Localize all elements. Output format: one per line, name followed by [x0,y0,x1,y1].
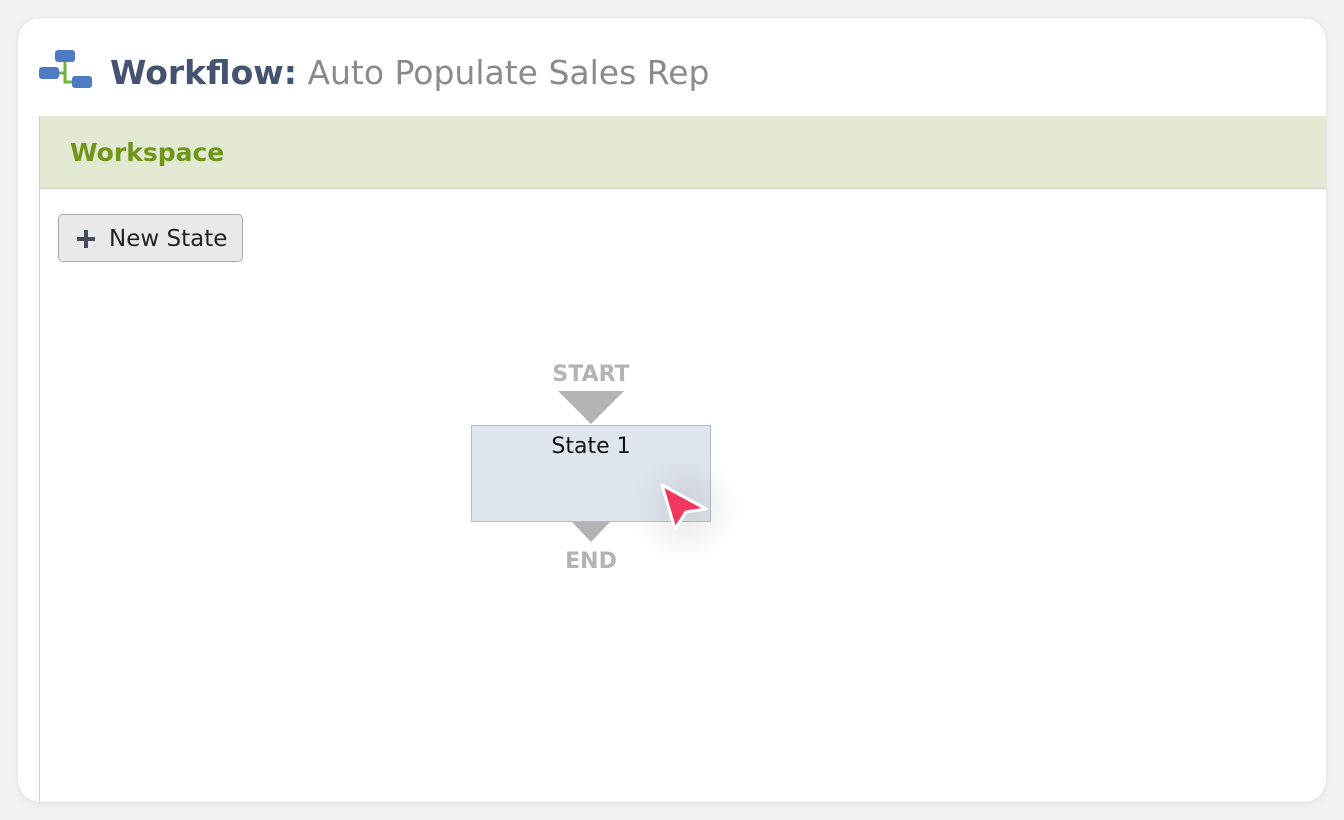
state-label: State 1 [551,434,631,459]
new-state-button[interactable]: New State [58,214,243,262]
workspace-panel: Workspace New State START State 1 END [39,116,1326,802]
plus-icon [77,230,95,248]
page-title: Workflow: Auto Populate Sales Rep [110,51,709,95]
start-label: START [552,362,630,387]
workspace-header: Workspace [40,116,1326,189]
start-arrow [558,391,624,424]
workflow-name: Auto Populate Sales Rep [307,53,710,92]
title-bar: Workflow: Auto Populate Sales Rep [18,18,1326,116]
end-arrow [572,522,610,542]
end-label: END [565,549,617,574]
state-node[interactable]: State 1 [471,425,711,522]
new-state-button-label: New State [109,226,228,252]
app-window: Workflow: Auto Populate Sales Rep Worksp… [18,18,1326,802]
page-title-prefix: Workflow: [110,53,297,92]
workspace-title: Workspace [70,138,225,167]
workflow-tree-icon [38,48,94,90]
